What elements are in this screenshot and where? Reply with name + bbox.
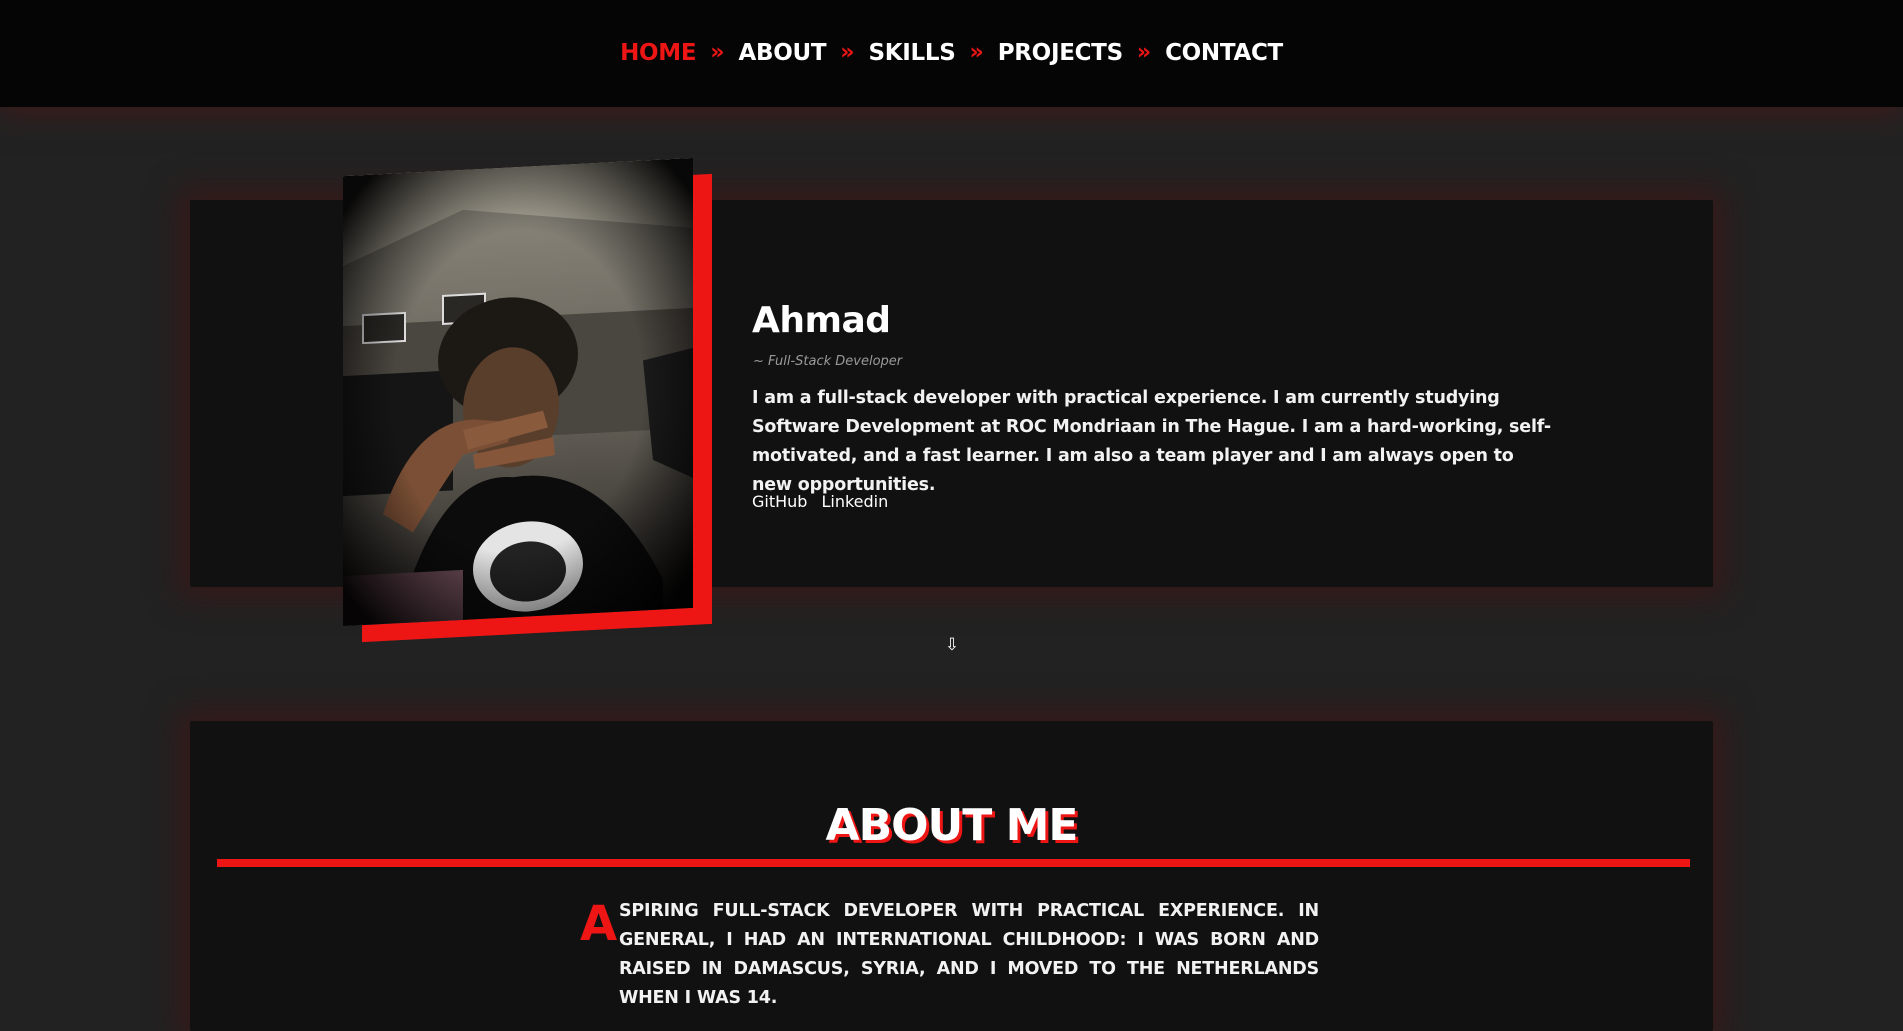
nav-home-link[interactable]: HOME <box>620 40 697 66</box>
arrow-down-icon[interactable]: ⇩ <box>943 636 961 654</box>
profile-photo <box>343 157 693 627</box>
nav-projects-link[interactable]: PROJECTS <box>998 40 1123 66</box>
main-nav: HOME » ABOUT » SKILLS » PROJECTS » CONTA… <box>0 0 1903 107</box>
about-text: spiring full-stack developer with practi… <box>619 901 1319 1008</box>
nav-skills-link[interactable]: SKILLS <box>868 40 955 66</box>
profile-role: ~ Full-Stack Developer <box>753 354 903 369</box>
profile-photo-image <box>343 157 693 627</box>
github-link[interactable]: GitHub <box>752 492 807 511</box>
about-divider <box>217 859 1690 867</box>
nav-separator: » <box>710 40 725 65</box>
profile-bio: I am a full-stack developer with practic… <box>752 388 1551 495</box>
about-title: ABOUT ME <box>825 800 1079 851</box>
profile-name: Ahmad <box>752 300 891 341</box>
social-links: GitHub Linkedin <box>752 492 888 511</box>
about-dropcap: A <box>580 896 618 952</box>
nav-separator: » <box>840 40 855 65</box>
nav-contact-link[interactable]: CONTACT <box>1165 40 1283 66</box>
nav-about-link[interactable]: ABOUT <box>739 40 827 66</box>
nav-items: HOME » ABOUT » SKILLS » PROJECTS » CONTA… <box>620 40 1283 66</box>
nav-separator: » <box>969 40 984 65</box>
nav-separator: » <box>1136 40 1152 65</box>
linkedin-link[interactable]: Linkedin <box>821 492 888 511</box>
